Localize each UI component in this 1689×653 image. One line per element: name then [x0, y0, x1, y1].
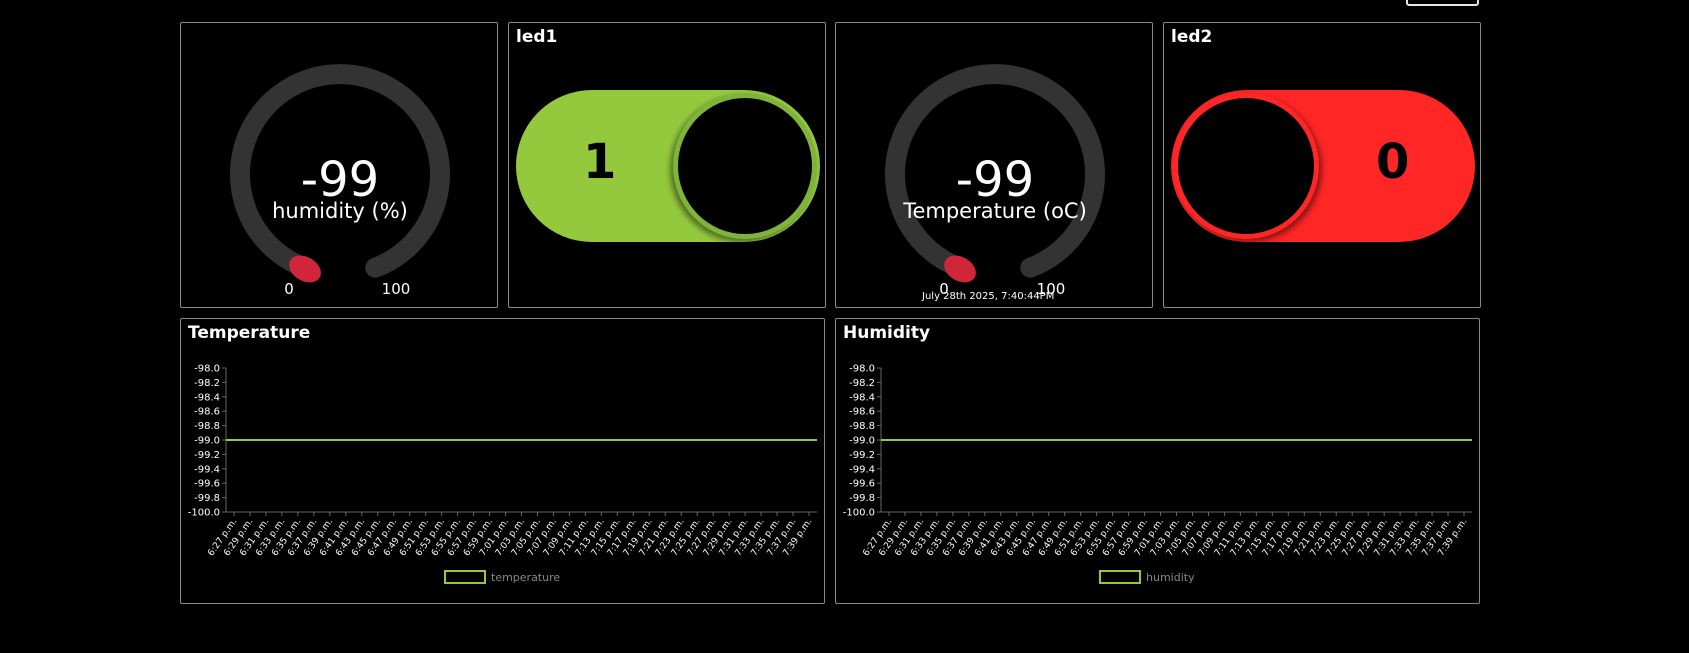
humidity-chart-y-tick-label: -98.8: [849, 421, 875, 432]
led1-switch[interactable]: 1: [516, 90, 820, 242]
temperature-chart-legend-swatch: [444, 570, 486, 584]
led1-switch-value: 1: [583, 134, 617, 190]
humidity-chart-y-tick-label: -99.6: [849, 479, 875, 490]
temperature-chart-legend-label: temperature: [491, 571, 560, 584]
humidity-chart-y-tick-label: -99.8: [849, 493, 875, 504]
temperature-chart-y-tick-label: -98.8: [194, 421, 220, 432]
top-button[interactable]: [1406, 0, 1479, 6]
temperature-gauge-timestamp: July 28th 2025, 7:40:44PM: [922, 291, 1055, 302]
humidity-chart-legend-swatch: [1099, 570, 1141, 584]
humidity-chart-y-tick-label: -99.2: [849, 450, 875, 461]
led1-title: led1: [516, 27, 558, 47]
humidity-chart-y-tick-label: -99.4: [849, 464, 875, 475]
humidity-chart-y-tick-label: -98.4: [849, 392, 875, 403]
humidity-chart-y-tick-label: -98.0: [849, 364, 875, 375]
humidity-chart-y-tick-label: -100.0: [843, 508, 875, 519]
temperature-chart-card: Temperature -98.0 -98.2 -98.4 -98.6 -98.8 -99…: [180, 318, 825, 604]
led2-switch-value: 0: [1376, 134, 1410, 190]
humidity-gauge-card: -99 humidity (%) 0 100: [180, 22, 498, 308]
humidity-gauge-min: 0: [284, 280, 294, 298]
temperature-chart-y-tick-label: -99.2: [194, 450, 220, 461]
led2-card: led2 0: [1163, 22, 1481, 308]
humidity-chart-y-tick-label: -99.0: [849, 436, 875, 447]
humidity-chart-y-tick-label: -98.2: [849, 378, 875, 389]
temperature-chart-y-tick-label: -98.4: [194, 392, 220, 403]
humidity-chart-legend-label: humidity: [1146, 571, 1195, 584]
led1-card: led1 1: [508, 22, 826, 308]
temperature-chart-y-tick-label: -98.6: [194, 407, 220, 418]
humidity-chart: -98.0 -98.2 -98.4 -98.6 -98.8 -99.0 -99.2 -99.4…: [843, 364, 1472, 584]
temperature-gauge: -99 Temperature (oC) 0 100: [885, 64, 1105, 298]
humidity-gauge-label: humidity (%): [272, 199, 408, 223]
humidity-gauge-max: 100: [382, 280, 411, 298]
temperature-chart-y-tick-label: -99.4: [194, 464, 220, 475]
humidity-chart-y-tick-label: -98.6: [849, 407, 875, 418]
humidity-gauge: -99 humidity (%) 0 100: [230, 64, 450, 298]
temperature-gauge-card: -99 Temperature (oC) 0 100 July 28th 202…: [835, 22, 1153, 308]
temperature-chart: -98.0 -98.2 -98.4 -98.6 -98.8 -99.0 -99.2 -99.4…: [188, 364, 817, 584]
led2-switch-knob[interactable]: [1173, 93, 1319, 239]
humidity-chart-card: Humidity -98.0 -98.2 -98.4 -98.6 -98.8 -99.0-…: [835, 318, 1480, 604]
temperature-chart-y-tick-label: -99.6: [194, 479, 220, 490]
temperature-chart-y-tick-label: -100.0: [188, 508, 220, 519]
temperature-chart-y-tick-label: -99.0: [194, 436, 220, 447]
led1-switch-knob[interactable]: [673, 93, 817, 239]
temperature-chart-y-tick-label: -98.0: [194, 364, 220, 375]
temperature-chart-y-tick-label: -99.8: [194, 493, 220, 504]
temperature-gauge-label: Temperature (oC): [902, 199, 1087, 223]
led2-switch[interactable]: 0: [1171, 90, 1475, 242]
temperature-chart-y-tick-label: -98.2: [194, 378, 220, 389]
led2-title: led2: [1171, 27, 1213, 47]
